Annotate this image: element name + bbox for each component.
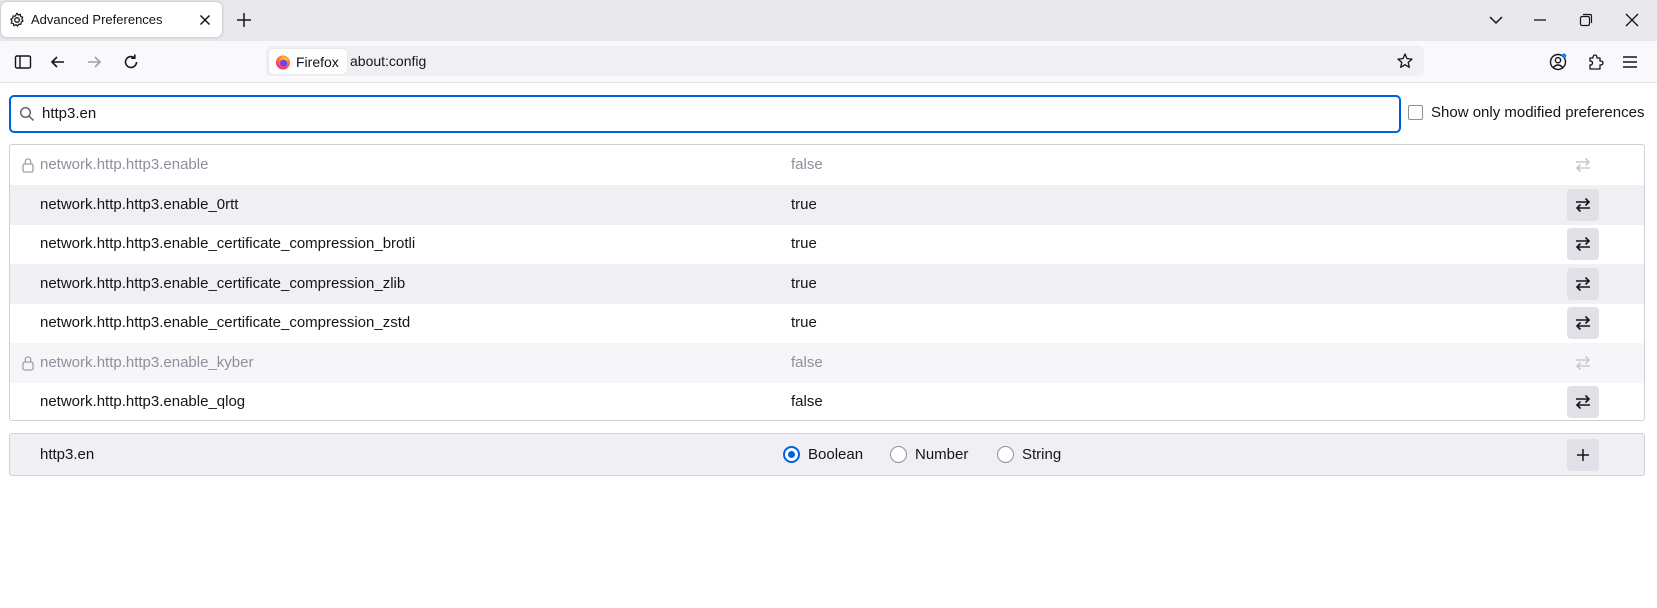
radio-string[interactable] (997, 446, 1014, 463)
preference-value[interactable]: true (791, 235, 817, 252)
toggle-swap-icon (1575, 197, 1591, 213)
preference-value[interactable]: true (791, 196, 817, 213)
preference-row[interactable]: network.http.http3.enable false (10, 145, 1644, 185)
toggle-button[interactable] (1567, 268, 1599, 300)
search-icon (19, 106, 35, 122)
radio-number[interactable] (890, 446, 907, 463)
type-option-number[interactable]: Number (890, 446, 968, 463)
toggle-button[interactable] (1567, 189, 1599, 221)
preference-name: network.http.http3.enable_certificate_co… (40, 235, 416, 252)
type-option-string[interactable]: String (997, 446, 1061, 463)
account-icon[interactable] (1548, 52, 1568, 72)
toggle-swap-icon (1575, 394, 1591, 410)
sidebar-icon[interactable] (13, 52, 33, 72)
preference-name: network.http.http3.enable_certificate_co… (40, 275, 406, 292)
chevron-down-icon[interactable] (1487, 11, 1505, 29)
preference-name: network.http.http3.enable_qlog (40, 393, 246, 410)
new-tab-icon[interactable] (235, 11, 253, 29)
tab-advanced-preferences[interactable]: Advanced Preferences (1, 2, 222, 37)
preference-value: false (791, 156, 823, 173)
toggle-button (1567, 149, 1599, 181)
preference-row[interactable]: network.http.http3.enable_kyber false (10, 343, 1644, 383)
menu-hamburger-icon[interactable] (1620, 52, 1640, 72)
preference-value[interactable]: true (791, 275, 817, 292)
nav-bar: Firefox about:config (0, 41, 1657, 83)
back-arrow-icon[interactable] (48, 52, 68, 72)
toggle-button (1567, 347, 1599, 379)
close-icon[interactable] (197, 12, 213, 28)
gear-icon (10, 12, 24, 27)
url-text[interactable]: about:config (350, 53, 426, 69)
search-input[interactable]: http3.en (9, 95, 1401, 133)
preference-row[interactable]: network.http.http3.enable_0rtt true (10, 185, 1644, 225)
toggle-button[interactable] (1567, 386, 1599, 418)
type-label-number: Number (915, 446, 969, 463)
bookmark-star-icon[interactable] (1396, 52, 1414, 70)
preference-value[interactable]: true (791, 314, 817, 331)
show-modified-option[interactable]: Show only modified preferences (1408, 104, 1644, 121)
preference-value: false (791, 354, 823, 371)
identity-label: Firefox (296, 53, 339, 70)
lock-icon (22, 356, 34, 371)
preference-row[interactable]: network.http.http3.enable_qlog false (10, 382, 1644, 420)
plus-icon (1577, 449, 1589, 461)
search-input-value: http3.en (42, 105, 97, 122)
preference-row[interactable]: network.http.http3.enable_certificate_co… (10, 224, 1644, 264)
preference-value[interactable]: false (791, 393, 823, 410)
lock-icon (22, 158, 34, 173)
radio-boolean[interactable] (783, 446, 800, 463)
toggle-swap-icon (1575, 355, 1591, 371)
minimize-icon[interactable] (1531, 11, 1549, 29)
add-button[interactable] (1567, 439, 1599, 471)
toggle-swap-icon (1575, 236, 1591, 252)
preferences-table: network.http.http3.enable false network.ht… (9, 144, 1645, 421)
preference-name: network.http.http3.enable_kyber (40, 354, 254, 371)
toggle-swap-icon (1575, 276, 1591, 292)
preference-name: network.http.http3.enable_certificate_co… (40, 314, 411, 331)
firefox-logo-icon (276, 55, 290, 69)
new-preference-row: http3.en Boolean Number String (9, 433, 1645, 476)
preference-name: network.http.http3.enable (40, 156, 209, 173)
preference-row[interactable]: network.http.http3.enable_certificate_co… (10, 264, 1644, 304)
show-modified-label: Show only modified preferences (1431, 104, 1645, 121)
type-label-boolean: Boolean (808, 446, 864, 463)
type-option-boolean[interactable]: Boolean (783, 446, 863, 463)
toggle-button[interactable] (1567, 228, 1599, 260)
window-close-icon[interactable] (1623, 11, 1641, 29)
toggle-swap-icon (1575, 315, 1591, 331)
tab-title: Advanced Preferences (31, 12, 163, 27)
tab-strip: Advanced Preferences (0, 0, 1657, 41)
forward-arrow-icon[interactable] (84, 52, 104, 72)
preference-name: network.http.http3.enable_0rtt (40, 196, 239, 213)
identity-box[interactable]: Firefox (269, 49, 347, 74)
type-label-string: String (1022, 446, 1062, 463)
new-preference-name: http3.en (40, 446, 95, 463)
reload-icon[interactable] (121, 52, 141, 72)
restore-icon[interactable] (1577, 11, 1595, 29)
extensions-puzzle-icon[interactable] (1585, 52, 1605, 72)
preference-row[interactable]: network.http.http3.enable_certificate_co… (10, 303, 1644, 343)
toggle-button[interactable] (1567, 307, 1599, 339)
show-modified-checkbox[interactable] (1408, 105, 1423, 120)
toggle-swap-icon (1575, 157, 1591, 173)
url-bar[interactable]: Firefox about:config (266, 46, 1424, 76)
